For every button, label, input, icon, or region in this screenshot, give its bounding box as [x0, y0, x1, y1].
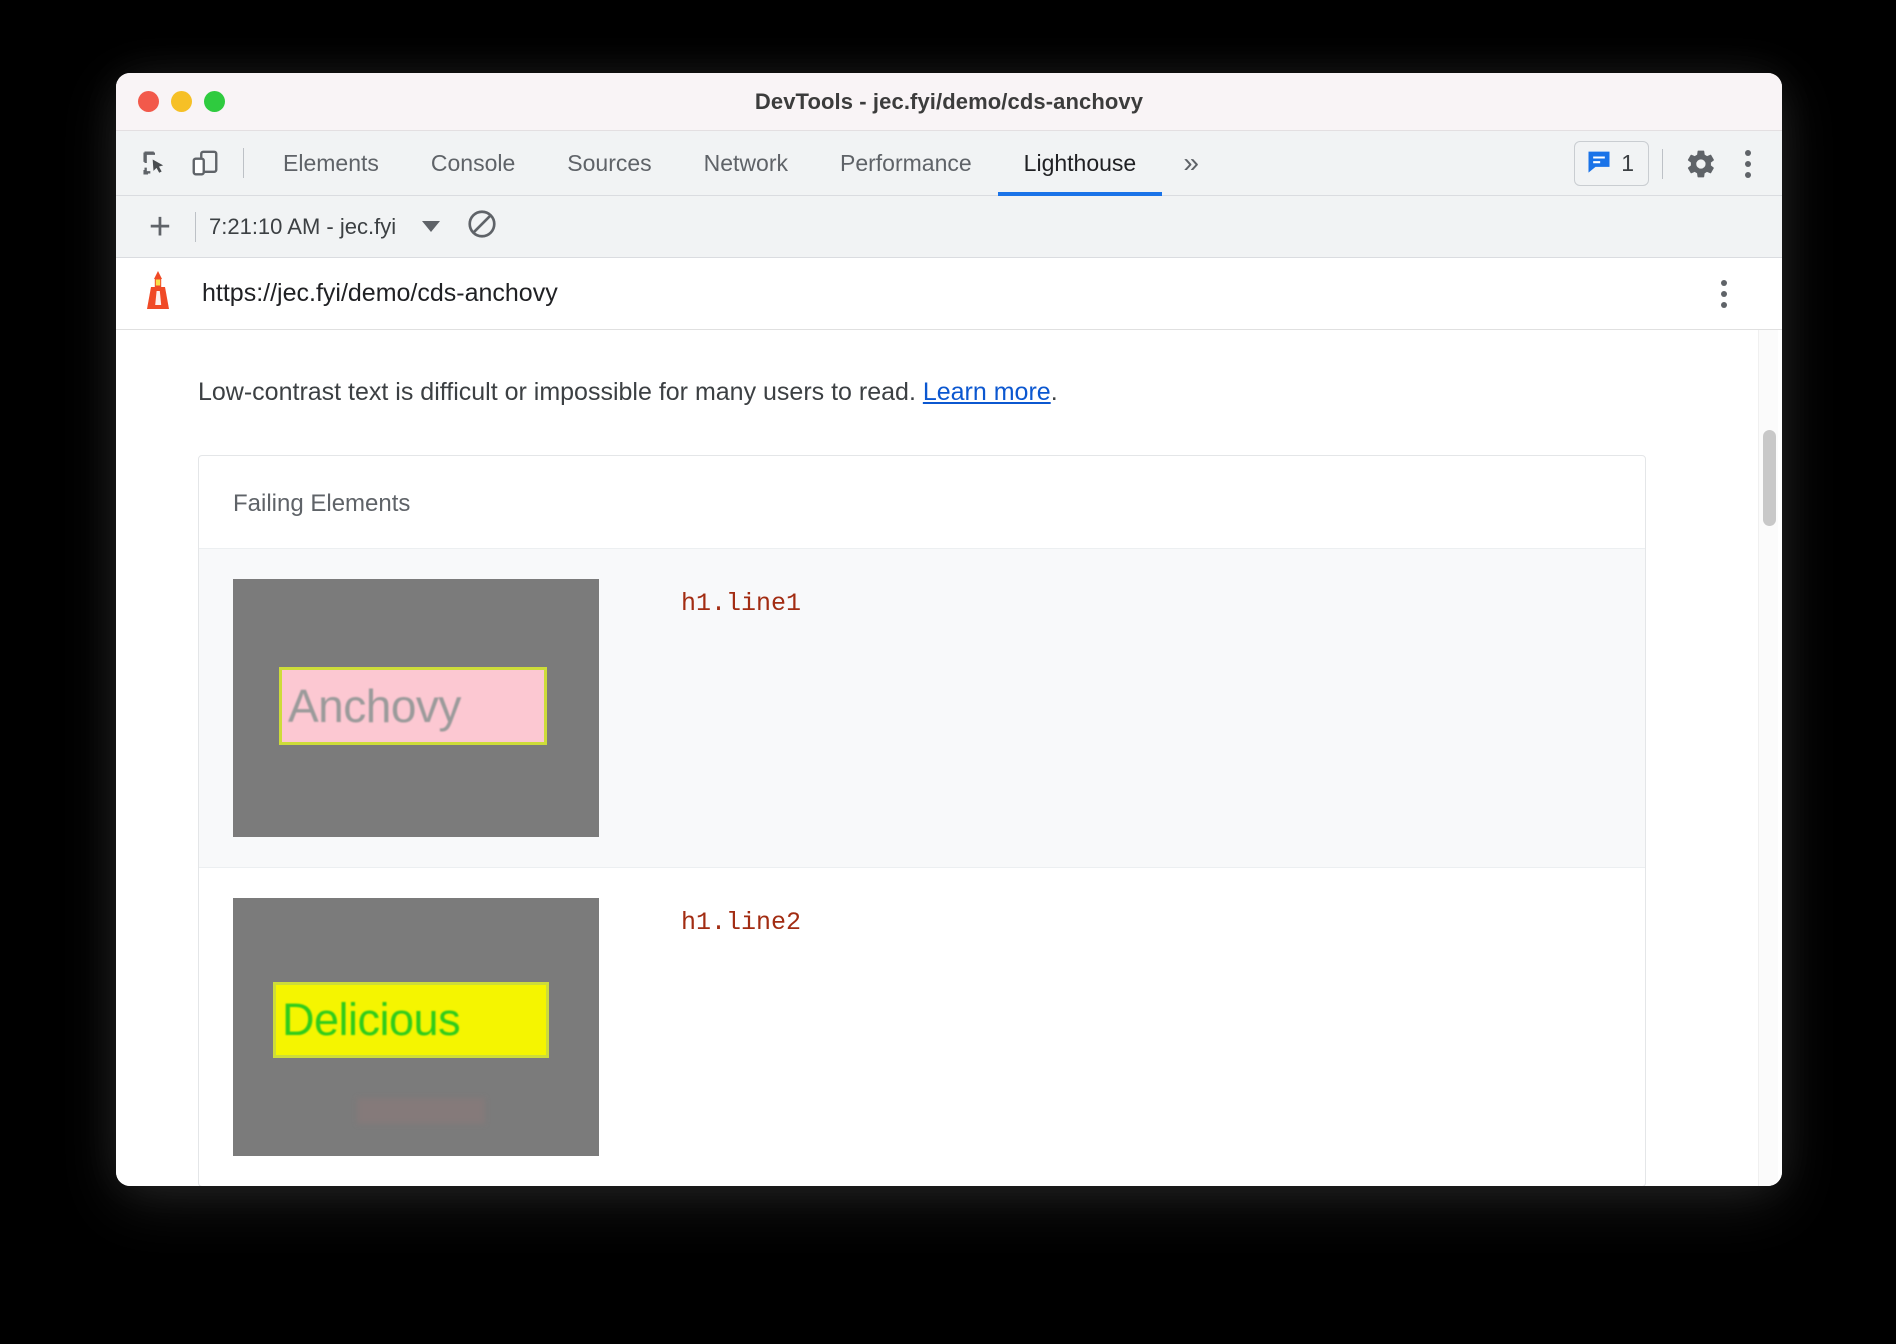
panel-tabs: Elements Console Sources Network Perform…: [257, 131, 1162, 196]
tab-lighthouse[interactable]: Lighthouse: [998, 131, 1163, 196]
devtools-window: DevTools - jec.fyi/demo/cds-anchovy: [116, 73, 1782, 1186]
main-menu-kebab-icon[interactable]: [1726, 150, 1770, 178]
window-title: DevTools - jec.fyi/demo/cds-anchovy: [116, 89, 1782, 115]
audit-description-text: Low-contrast text is difficult or imposs…: [198, 378, 923, 406]
report-scrollbar-thumb[interactable]: [1763, 430, 1776, 526]
window-titlebar: DevTools - jec.fyi/demo/cds-anchovy: [116, 73, 1782, 131]
report-url-row: https://jec.fyi/demo/cds-anchovy: [116, 258, 1782, 330]
tab-performance[interactable]: Performance: [814, 131, 998, 196]
tab-label: Network: [704, 150, 788, 177]
no-entry-clear-icon[interactable]: [466, 208, 498, 245]
thumbnail-text: Delicious: [276, 994, 460, 1046]
report-scrollbar[interactable]: [1758, 330, 1778, 1186]
screenshot-thumbnail-anchovy[interactable]: Anchovy: [233, 579, 599, 837]
devtools-tabbar: Elements Console Sources Network Perform…: [116, 131, 1782, 196]
highlight-box: Delicious: [273, 982, 549, 1058]
inspect-element-icon[interactable]: [130, 138, 180, 188]
table-row[interactable]: Anchovy h1.line1: [199, 548, 1645, 867]
highlight-box: Anchovy: [279, 667, 547, 745]
toolbar-divider: [195, 212, 196, 242]
lighthouse-run-toolbar: + 7:21:10 AM - jec.fyi: [116, 196, 1782, 258]
toolbar-divider: [243, 148, 244, 178]
tab-label: Elements: [283, 150, 379, 177]
report-select-value: 7:21:10 AM - jec.fyi: [209, 214, 396, 240]
gear-icon[interactable]: [1676, 139, 1726, 189]
tab-console[interactable]: Console: [405, 131, 541, 196]
thumbnail-text: Anchovy: [282, 679, 461, 733]
more-tabs-chevron-icon[interactable]: »: [1162, 131, 1220, 196]
tabbar-right-actions: 1: [1574, 131, 1770, 196]
learn-more-link[interactable]: Learn more: [923, 378, 1051, 406]
element-selector[interactable]: h1.line2: [681, 908, 801, 937]
toolbar-divider: [1662, 149, 1663, 179]
tab-sources[interactable]: Sources: [541, 131, 677, 196]
screenshot-root: DevTools - jec.fyi/demo/cds-anchovy: [0, 0, 1896, 1344]
element-selector[interactable]: h1.line1: [681, 589, 801, 618]
device-toolbar-icon[interactable]: [180, 138, 230, 188]
tab-network[interactable]: Network: [678, 131, 814, 196]
tab-label: Performance: [840, 150, 972, 177]
audit-description-period: .: [1051, 378, 1058, 406]
tab-label: Lighthouse: [1024, 150, 1137, 177]
chevron-down-icon: [422, 221, 440, 232]
report-url: https://jec.fyi/demo/cds-anchovy: [202, 279, 558, 308]
issues-count: 1: [1621, 150, 1634, 177]
report-select[interactable]: 7:21:10 AM - jec.fyi: [209, 214, 440, 240]
report-body: Low-contrast text is difficult or imposs…: [116, 330, 1782, 1186]
failing-elements-card: Failing Elements Anchovy h1.line1 Delici…: [198, 455, 1646, 1187]
failing-elements-title: Failing Elements: [199, 456, 1645, 548]
issues-badge-button[interactable]: 1: [1574, 141, 1649, 186]
lighthouse-logo-icon: [140, 269, 176, 318]
blurred-element: [357, 1098, 485, 1124]
table-row[interactable]: Delicious h1.line2: [199, 867, 1645, 1186]
issues-message-icon: [1585, 147, 1613, 180]
audit-description: Low-contrast text is difficult or imposs…: [116, 330, 1782, 409]
tab-elements[interactable]: Elements: [257, 131, 405, 196]
new-report-button[interactable]: +: [138, 208, 182, 246]
tab-label: Console: [431, 150, 515, 177]
report-menu-kebab-icon[interactable]: [1702, 280, 1746, 308]
tab-label: Sources: [567, 150, 651, 177]
screenshot-thumbnail-delicious[interactable]: Delicious: [233, 898, 599, 1156]
